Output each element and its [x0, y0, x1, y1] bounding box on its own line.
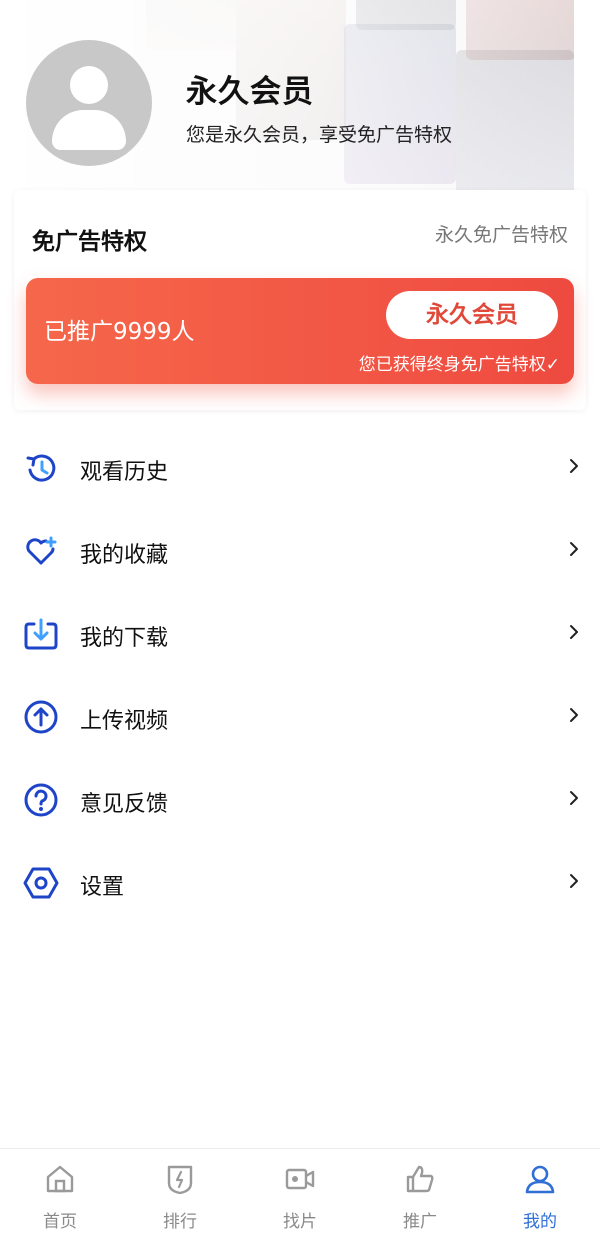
menu-item-favorites[interactable]: 我的收藏	[0, 508, 600, 591]
privilege-card: 免广告特权 永久免广告特权 已推广9999人 永久会员 您已获得终身免广告特权✓	[14, 190, 586, 410]
promotion-banner: 已推广9999人 永久会员 您已获得终身免广告特权✓	[26, 278, 574, 384]
settings-icon	[22, 864, 60, 902]
chevron-right-icon	[566, 624, 582, 640]
member-title: 永久会员	[186, 74, 314, 110]
menu-item-settings[interactable]: 设置	[0, 840, 600, 923]
menu-list: 观看历史 我的收藏 我的下载 上传视频 意见反馈 设置	[0, 425, 600, 923]
nav-label-ranking: 排行	[163, 1212, 197, 1232]
privilege-title: 免广告特权	[32, 229, 147, 255]
user-icon	[524, 1163, 556, 1195]
nav-item-promote[interactable]: 推广	[360, 1149, 480, 1240]
menu-label-downloads: 我的下载	[80, 626, 169, 651]
history-icon	[22, 449, 60, 487]
chevron-right-icon	[566, 790, 582, 806]
avatar-head	[70, 66, 108, 104]
home-icon	[44, 1163, 76, 1195]
heart-plus-icon	[22, 532, 60, 570]
thumbs-up-icon	[404, 1163, 436, 1195]
menu-item-history[interactable]: 观看历史	[0, 425, 600, 508]
menu-label-upload: 上传视频	[80, 709, 169, 734]
avatar-body	[52, 110, 126, 150]
nav-item-home[interactable]: 首页	[0, 1149, 120, 1240]
promoted-count: 已推广9999人	[44, 319, 195, 345]
ranking-icon	[164, 1163, 196, 1195]
video-camera-icon	[284, 1163, 316, 1195]
privilege-subtitle: 永久免广告特权	[434, 224, 568, 246]
menu-label-history: 观看历史	[80, 460, 169, 485]
nav-label-find: 找片	[283, 1212, 317, 1232]
chevron-right-icon	[566, 541, 582, 557]
permanent-vip-button[interactable]: 永久会员	[386, 291, 558, 339]
menu-item-upload[interactable]: 上传视频	[0, 674, 600, 757]
menu-item-downloads[interactable]: 我的下载	[0, 591, 600, 674]
chevron-right-icon	[566, 707, 582, 723]
download-icon	[22, 615, 60, 653]
menu-label-favorites: 我的收藏	[80, 543, 169, 568]
nav-label-mine: 我的	[523, 1212, 557, 1232]
member-description: 您是永久会员，享受免广告特权	[186, 124, 453, 146]
menu-label-settings: 设置	[80, 875, 125, 900]
nav-label-home: 首页	[43, 1212, 77, 1232]
menu-item-feedback[interactable]: 意见反馈	[0, 757, 600, 840]
bottom-navigation: 首页 排行 找片 推广 我的	[0, 1148, 600, 1240]
upload-icon	[22, 698, 60, 736]
profile-header: 永久会员 您是永久会员，享受免广告特权	[26, 0, 574, 190]
nav-label-promote: 推广	[403, 1212, 437, 1232]
menu-label-feedback: 意见反馈	[80, 792, 169, 817]
nav-item-find[interactable]: 找片	[240, 1149, 360, 1240]
nav-item-mine[interactable]: 我的	[480, 1149, 600, 1240]
chevron-right-icon	[566, 458, 582, 474]
avatar[interactable]	[26, 40, 152, 166]
privilege-note: 您已获得终身免广告特权✓	[358, 355, 560, 375]
nav-item-ranking[interactable]: 排行	[120, 1149, 240, 1240]
question-icon	[22, 781, 60, 819]
chevron-right-icon	[566, 873, 582, 889]
